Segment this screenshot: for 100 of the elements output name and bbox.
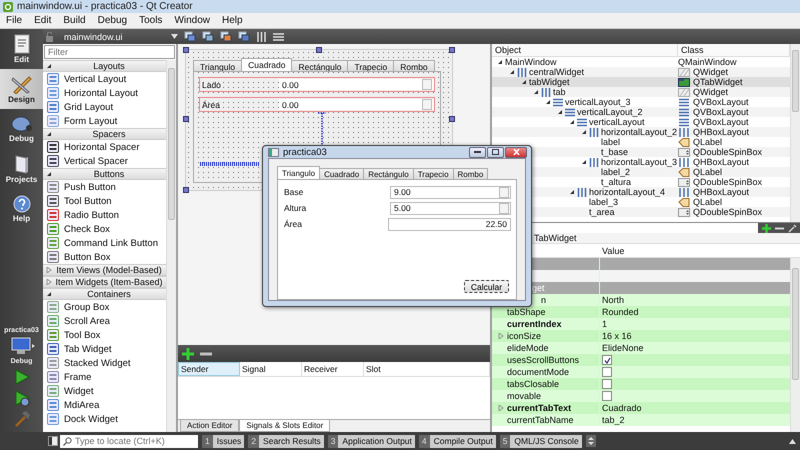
- widget-item[interactable]: Tab Widget: [43, 342, 166, 356]
- category-header[interactable]: Item Views (Model-Based): [43, 264, 166, 276]
- checkbox[interactable]: [602, 379, 612, 389]
- widget-item[interactable]: Frame: [43, 370, 166, 384]
- widget-item[interactable]: Group Box: [43, 300, 166, 314]
- tab[interactable]: Trapecio: [347, 60, 394, 71]
- widget-item[interactable]: Horizontal Spacer: [43, 140, 166, 154]
- widget-item[interactable]: MdiArea: [43, 398, 166, 412]
- toolbar-tool-icon[interactable]: [220, 31, 232, 42]
- tab[interactable]: Rectángulo: [291, 60, 348, 71]
- property-value[interactable]: ElideNone: [600, 343, 790, 353]
- sidebar-toggle-icon[interactable]: [48, 436, 58, 446]
- toolbar-tool-icon[interactable]: [238, 31, 250, 42]
- tab[interactable]: Triangulo: [277, 166, 320, 179]
- tab[interactable]: Triangulo: [193, 60, 242, 71]
- checkbox[interactable]: [602, 355, 612, 365]
- tree-row[interactable]: verticalLayout_3 QVBoxLayout: [492, 97, 790, 107]
- menu-item[interactable]: Window: [168, 15, 216, 26]
- widget-item[interactable]: Dock Widget: [43, 412, 166, 426]
- selection-handle[interactable]: [316, 47, 322, 53]
- widget-item[interactable]: Stacked Widget: [43, 356, 166, 370]
- up-arrow-icon[interactable]: [789, 438, 796, 444]
- up-down-arrows-icon[interactable]: [586, 435, 596, 447]
- columns-icon[interactable]: [256, 32, 267, 42]
- property-value[interactable]: North: [600, 295, 790, 305]
- property-value[interactable]: tab_2: [600, 415, 790, 425]
- category-header[interactable]: Spacers: [43, 128, 166, 140]
- property-value[interactable]: Rounded: [600, 307, 790, 317]
- widget-item[interactable]: Form Layout: [43, 114, 166, 128]
- selection-handle[interactable]: [449, 116, 455, 122]
- column-header[interactable]: Sender: [178, 362, 240, 376]
- tree-row[interactable]: tab QWidget: [492, 87, 790, 97]
- tab[interactable]: Action Editor: [180, 420, 240, 432]
- output-pane-button[interactable]: 1 Issues: [202, 434, 244, 448]
- menu-item[interactable]: File: [0, 15, 28, 26]
- locate-field[interactable]: Type to locate (Ctrl+K): [60, 434, 198, 448]
- widget-item[interactable]: Button Box: [43, 250, 166, 264]
- property-value[interactable]: 16 x 16: [600, 331, 790, 341]
- tab[interactable]: Cuadrado: [241, 58, 292, 71]
- tree-row[interactable]: MainWindow QMainWindow: [492, 57, 790, 67]
- column-header[interactable]: Receiver: [302, 362, 364, 376]
- spin-box[interactable]: 0.00: [279, 79, 434, 90]
- add-icon[interactable]: [762, 224, 771, 232]
- tree-row[interactable]: horizontalLayout_2 QHBoxLayout: [492, 127, 790, 137]
- output-pane-button[interactable]: 4 Compile Output: [418, 434, 496, 448]
- property-filter-field[interactable]: [532, 222, 758, 234]
- toolbar-tool-icon[interactable]: [184, 31, 196, 42]
- widget-item[interactable]: Vertical Spacer: [43, 154, 166, 168]
- category-header[interactable]: Containers: [43, 288, 166, 300]
- menu-item[interactable]: Tools: [133, 15, 168, 26]
- checkbox[interactable]: [602, 391, 612, 401]
- rows-icon[interactable]: [273, 32, 284, 42]
- tab[interactable]: Rectángulo: [363, 168, 414, 179]
- expand-arrow-icon[interactable]: [46, 131, 52, 137]
- column-header[interactable]: Signal: [240, 362, 302, 376]
- category-header[interactable]: Item Widgets (Item-Based): [43, 276, 166, 288]
- toolbar-tool-icon[interactable]: [202, 31, 214, 42]
- spin-box[interactable]: 9.00: [390, 186, 511, 198]
- selection-handle[interactable]: [183, 116, 189, 122]
- menu-item[interactable]: Debug: [92, 15, 134, 26]
- output-pane-button[interactable]: 2 Search Results: [248, 434, 324, 448]
- wrench-icon[interactable]: [788, 224, 797, 232]
- spin-box[interactable]: 0.00: [279, 99, 434, 110]
- expand-arrow-icon[interactable]: [46, 171, 52, 177]
- mode-button[interactable]: Projects: [0, 149, 43, 189]
- expand-arrow-icon[interactable]: [569, 189, 575, 195]
- scrollbar[interactable]: [166, 60, 176, 432]
- widget-item[interactable]: Radio Button: [43, 208, 166, 222]
- property-value[interactable]: Cuadrado: [600, 403, 790, 413]
- expand-arrow-icon[interactable]: [581, 159, 587, 165]
- widget-item[interactable]: Scroll Area: [43, 314, 166, 328]
- tab[interactable]: Cuadrado: [319, 168, 364, 179]
- spin-box[interactable]: 5.00: [390, 202, 511, 214]
- widget-item[interactable]: Vertical Layout: [43, 72, 166, 86]
- mode-button[interactable]: Edit: [0, 29, 43, 69]
- tree-row[interactable]: verticalLayout QVBoxLayout: [492, 117, 790, 127]
- widget-item[interactable]: Push Button: [43, 180, 166, 194]
- selection-handle[interactable]: [183, 47, 189, 53]
- widget-item[interactable]: Check Box: [43, 222, 166, 236]
- widget-item[interactable]: Widget: [43, 384, 166, 398]
- calculate-button[interactable]: Calcular: [464, 280, 509, 293]
- tab[interactable]: Rombo: [452, 168, 488, 179]
- selection-handle[interactable]: [449, 47, 455, 53]
- widget-item[interactable]: Horizontal Layout: [43, 86, 166, 100]
- column-header[interactable]: Slot: [364, 362, 490, 376]
- tree-row[interactable]: t_altura QDoubleSpinBox: [492, 177, 790, 187]
- scrollbar[interactable]: [790, 44, 800, 222]
- remove-icon[interactable]: [775, 226, 784, 230]
- menu-item[interactable]: Help: [216, 15, 249, 26]
- scrollbar[interactable]: [790, 258, 800, 432]
- mode-button[interactable]: Help: [0, 189, 43, 229]
- mode-button[interactable]: Debug: [0, 109, 43, 149]
- property-value[interactable]: 1: [600, 319, 790, 329]
- tree-row[interactable]: horizontalLayout_3 QHBoxLayout: [492, 157, 790, 167]
- widget-item[interactable]: Tool Box: [43, 328, 166, 342]
- expand-arrow-icon[interactable]: [46, 63, 52, 69]
- mode-button[interactable]: Design: [0, 69, 43, 109]
- run-icon[interactable]: [12, 368, 30, 386]
- tab[interactable]: Trapecio: [412, 168, 454, 179]
- category-header[interactable]: Layouts: [43, 60, 166, 72]
